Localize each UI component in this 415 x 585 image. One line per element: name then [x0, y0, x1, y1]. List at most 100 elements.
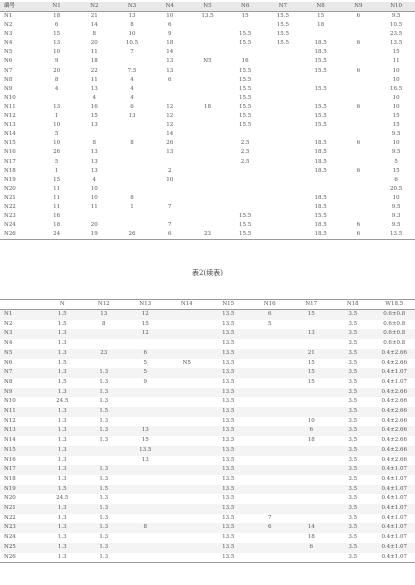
table-cell	[249, 378, 291, 388]
row-label: N18	[4, 475, 16, 482]
table-cell	[189, 39, 227, 48]
table-cell	[113, 185, 151, 194]
table-cell: 1.3	[41, 445, 83, 456]
table-cell	[226, 48, 264, 57]
row-label: N22	[4, 203, 16, 210]
row-label: N7	[4, 67, 13, 74]
table-cell	[189, 176, 227, 185]
table-cell: 1.3	[83, 387, 125, 398]
table-cell: 14	[290, 523, 332, 534]
table-cell: 1.3	[41, 407, 83, 417]
table-cell	[290, 484, 332, 495]
table-cell: 6	[290, 542, 332, 553]
table-cell: 0.4±1.07	[373, 484, 415, 495]
table-cell: 18.5	[314, 149, 327, 156]
table-cell: 3.5	[332, 348, 374, 359]
table-row: N14 1.3 1.3 15 13.5 18 3.5 0.4±2.66	[0, 436, 415, 446]
table-cell: 13	[90, 122, 98, 129]
row-label: N9	[0, 387, 42, 398]
table-row: N3 1.3 12 13.5 13 3.5 0.6±0.8	[0, 329, 415, 340]
table-cell	[124, 542, 166, 553]
table-cell	[249, 504, 291, 514]
table-cell: 1.3	[83, 426, 125, 437]
table-cell	[189, 121, 227, 130]
row-label: N11	[0, 407, 42, 417]
row-label: N20	[4, 185, 16, 192]
table-cell	[264, 148, 302, 157]
table-cell: 26	[166, 140, 174, 147]
table-row: N5 1.3 23 6 13.5 21 3.5 0.4±2.66	[0, 348, 415, 359]
table-cell: 3.5	[348, 378, 358, 385]
table-cell	[113, 167, 151, 176]
table-cell: 16.5	[389, 85, 403, 92]
table-cell: 16	[241, 58, 249, 65]
table-cell: 23	[188, 230, 227, 241]
table-cell: 10	[128, 31, 136, 38]
table-cell: 1.5	[83, 407, 125, 417]
table-cell: 3.5	[332, 329, 374, 340]
table-cell: 15	[241, 13, 249, 19]
table-cell	[113, 158, 151, 167]
table-cell	[166, 348, 208, 359]
table-cell: 6	[356, 222, 361, 229]
table-row: N2 6 14 8 6 15.5 18 10.5	[0, 21, 415, 30]
row-label: N5	[0, 348, 42, 359]
table-cell	[290, 552, 332, 564]
table-cell	[339, 57, 377, 66]
row-label: N21	[4, 194, 16, 201]
table-cell: 1.3	[41, 523, 83, 534]
table-cell: 1.3	[57, 340, 67, 347]
table-cell	[302, 30, 340, 39]
table-cell: 0.4±1.07	[381, 514, 408, 521]
table-cell	[125, 533, 167, 543]
table-cell	[189, 94, 227, 103]
table-cell: 4	[92, 176, 97, 183]
table-row: N2 1.5 8 15 13.5 5 3.5 0.6±0.8	[0, 320, 415, 330]
table-cell: 1.3	[41, 368, 83, 378]
table-cell	[83, 339, 125, 349]
table-cell: 11	[53, 185, 61, 192]
table-cell: 0.4±2.66	[373, 387, 415, 398]
table-cell: 4	[130, 85, 134, 92]
table-cell: 3.5	[332, 552, 374, 564]
table-cell	[264, 112, 302, 121]
table-cell: 13.5	[207, 542, 249, 553]
table-cell: 1.3	[99, 437, 109, 444]
table-cell: 13.5	[222, 437, 235, 444]
table-row: N9 1.3 1.3 13.5 3.5 0.4±2.66	[0, 387, 415, 398]
table-cell: 15.5	[276, 31, 290, 38]
table-cell	[83, 456, 125, 466]
table-row: N16 26 13 13 2.5 18.5 9.5	[0, 148, 415, 157]
table-cell: 15.5	[239, 222, 252, 229]
table-cell	[249, 445, 291, 456]
table-row: N19 1.5 1.5 13.5 3.5 0.4±1.07	[0, 484, 415, 495]
table-cell: 5	[124, 368, 166, 378]
table-cell	[249, 329, 291, 340]
table-cell: 0.4±2.66	[381, 398, 408, 405]
table-cell: 15	[141, 320, 149, 327]
table-cell: 15.5	[276, 40, 290, 47]
table-cell: 9.3	[391, 213, 401, 220]
table-cell: 13.5	[207, 465, 249, 475]
table-cell: 23	[83, 348, 125, 359]
table-cell: 10	[392, 76, 400, 83]
row-label: N12	[4, 113, 16, 120]
table-cell: 1.3	[41, 387, 83, 398]
table-cell	[189, 212, 227, 221]
table-cell	[189, 158, 227, 167]
table-continued: N N12 N13 N14 N15 N16 N17 N18 W18.5 N1 1.5 13 12 13.…	[0, 299, 415, 564]
table-cell: 13	[166, 58, 174, 65]
table-cell	[113, 148, 151, 157]
table-row: N10 4 4 15.5 10	[0, 94, 415, 103]
table-cell: 9	[167, 31, 172, 38]
table-cell: 11	[53, 194, 61, 201]
table-cell	[290, 407, 332, 417]
table-cell: 18	[317, 22, 325, 29]
table-cell: 3.5	[348, 417, 358, 424]
column-header: N6	[226, 2, 265, 12]
table-cell: 10	[392, 103, 400, 110]
table-cell: 15.5	[314, 58, 327, 65]
table-cell: 18.5	[314, 40, 327, 47]
table-cell	[249, 436, 291, 446]
table-cell: 15	[53, 31, 61, 38]
